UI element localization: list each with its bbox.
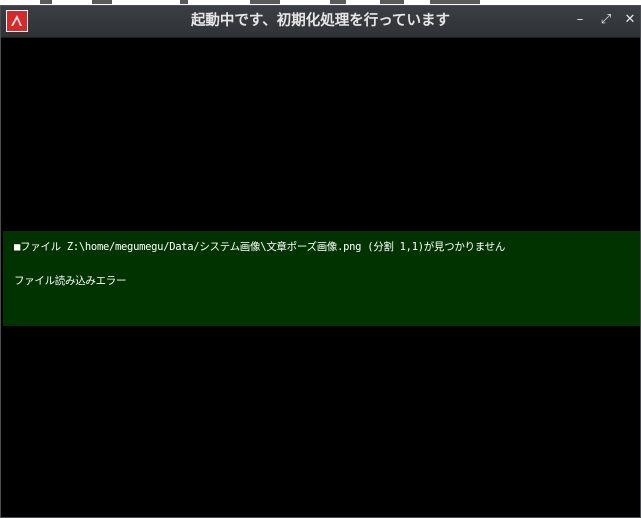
desktop-fragment (330, 0, 346, 4)
maximize-button[interactable]: ⤢ (598, 12, 614, 28)
maximize-icon: ⤢ (600, 12, 612, 27)
error-detail: ファイル読み込みエラー (14, 275, 127, 287)
title-bar[interactable]: 起動中です、初期化処理を行っています – ⤢ ✕ (1, 6, 640, 38)
minimize-button[interactable]: – (572, 12, 588, 28)
close-button[interactable]: ✕ (622, 12, 638, 28)
app-logo-icon[interactable] (6, 10, 28, 32)
app-window: 起動中です、初期化処理を行っています – ⤢ ✕ ■ファイル Z:\home/m… (0, 5, 641, 518)
minimize-icon: – (576, 12, 584, 27)
desktop-fragment (180, 0, 188, 4)
window-title: 起動中です、初期化処理を行っています (190, 13, 451, 29)
error-message: ■ファイル Z:\home/megumegu/Data/システム画像\文章ポーズ… (14, 241, 506, 253)
desktop-fragment (92, 0, 112, 4)
desktop-fragment (380, 0, 404, 4)
game-screen[interactable]: ■ファイル Z:\home/megumegu/Data/システム画像\文章ポーズ… (1, 38, 640, 517)
desktop-fragment (430, 0, 480, 4)
error-message-panel: ■ファイル Z:\home/megumegu/Data/システム画像\文章ポーズ… (3, 231, 640, 326)
desktop-fragment (40, 0, 52, 4)
desktop-fragment (250, 0, 280, 4)
close-icon: ✕ (624, 12, 636, 27)
